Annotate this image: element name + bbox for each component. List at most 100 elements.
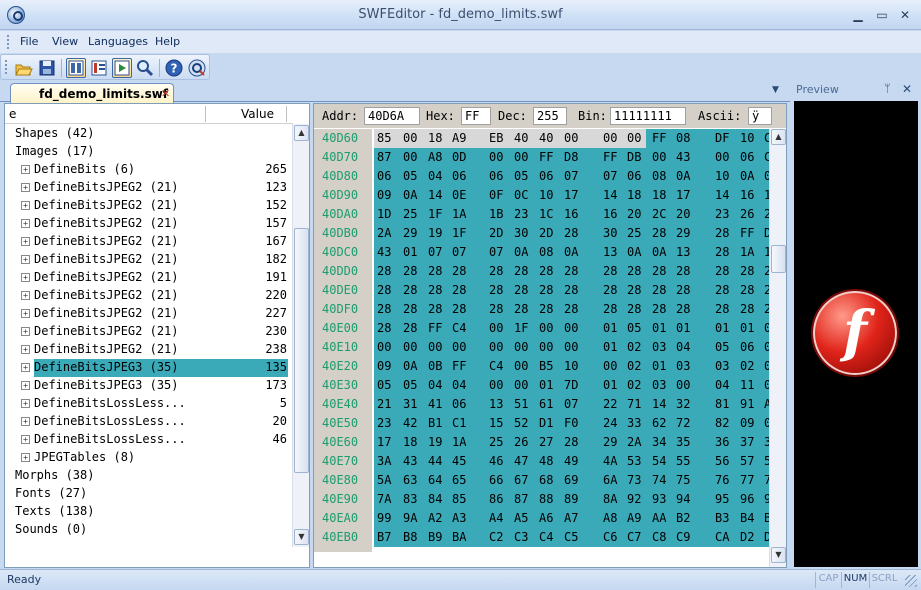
hex-byte[interactable]: 1B: [489, 207, 503, 221]
hex-byte[interactable]: 00: [627, 131, 641, 145]
expand-icon[interactable]: +: [21, 381, 30, 390]
hex-byte[interactable]: 0D: [452, 150, 466, 164]
hex-byte[interactable]: C4: [489, 359, 503, 373]
hex-byte[interactable]: C3: [514, 530, 528, 544]
hex-byte[interactable]: 14: [603, 188, 617, 202]
hex-byte[interactable]: 10: [564, 359, 578, 373]
hex-byte[interactable]: 01: [403, 245, 417, 259]
hex-byte[interactable]: FF: [428, 321, 442, 335]
hex-byte[interactable]: 00: [514, 340, 528, 354]
hex-byte[interactable]: 24: [603, 416, 617, 430]
hex-byte[interactable]: 82: [715, 416, 729, 430]
hex-byte[interactable]: 28: [627, 302, 641, 316]
hex-byte[interactable]: 83: [403, 492, 417, 506]
hex-byte[interactable]: B9: [428, 530, 442, 544]
hex-byte[interactable]: 28: [514, 283, 528, 297]
hex-byte[interactable]: 76: [715, 473, 729, 487]
hex-byte[interactable]: A9: [452, 131, 466, 145]
hex-byte[interactable]: CA: [715, 530, 729, 544]
tab-close-icon[interactable]: ✕: [161, 87, 170, 100]
hex-byte[interactable]: D1: [539, 416, 553, 430]
hex-byte[interactable]: 17: [676, 188, 690, 202]
bin-field[interactable]: 11111111: [610, 107, 686, 125]
hex-byte[interactable]: 81: [715, 397, 729, 411]
expand-icon[interactable]: +: [21, 219, 30, 228]
hex-byte[interactable]: 00: [676, 378, 690, 392]
expand-icon[interactable]: +: [21, 291, 30, 300]
hex-byte[interactable]: 00: [539, 321, 553, 335]
hex-byte[interactable]: 0B: [428, 359, 442, 373]
hex-byte[interactable]: 28: [377, 283, 391, 297]
hex-byte[interactable]: 68: [539, 473, 553, 487]
hex-byte[interactable]: 00: [403, 340, 417, 354]
hex-byte[interactable]: 28: [740, 302, 754, 316]
hex-byte[interactable]: 00: [514, 378, 528, 392]
hex-byte[interactable]: EB: [489, 131, 503, 145]
hex-byte[interactable]: 30: [514, 226, 528, 240]
hex-byte[interactable]: 00: [603, 131, 617, 145]
tree-row[interactable]: + DefineBitsJPEG2 (21) 230: [5, 323, 293, 341]
hex-byte[interactable]: 1A: [740, 245, 754, 259]
hex-byte[interactable]: 28: [452, 302, 466, 316]
hex-byte[interactable]: 28: [564, 226, 578, 240]
scroll-down-icon[interactable]: ▼: [294, 529, 309, 545]
hex-byte[interactable]: 07: [428, 245, 442, 259]
hex-byte[interactable]: 07: [489, 245, 503, 259]
hex-byte[interactable]: 13: [489, 397, 503, 411]
hex-byte[interactable]: 28: [603, 302, 617, 316]
hex-byte[interactable]: C9: [676, 530, 690, 544]
hex-byte[interactable]: A6: [539, 511, 553, 525]
hex-byte[interactable]: 45: [452, 454, 466, 468]
hex-byte[interactable]: 02: [627, 340, 641, 354]
hex-byte[interactable]: 06: [740, 150, 754, 164]
hex-byte[interactable]: 29: [676, 226, 690, 240]
hex-byte[interactable]: 56: [715, 454, 729, 468]
expand-icon[interactable]: +: [21, 435, 30, 444]
hex-byte[interactable]: 0A: [740, 169, 754, 183]
hex-byte[interactable]: C4: [452, 321, 466, 335]
hex-byte[interactable]: 26: [740, 207, 754, 221]
hex-byte[interactable]: 28: [564, 283, 578, 297]
hex-byte[interactable]: 46: [489, 454, 503, 468]
hex-byte[interactable]: BA: [452, 530, 466, 544]
expand-icon[interactable]: +: [21, 327, 30, 336]
hex-byte[interactable]: 00: [489, 378, 503, 392]
hex-byte[interactable]: 0A: [652, 245, 666, 259]
hex-byte[interactable]: 43: [676, 150, 690, 164]
hex-byte[interactable]: 03: [715, 359, 729, 373]
hex-byte[interactable]: 72: [676, 416, 690, 430]
hex-byte[interactable]: A5: [514, 511, 528, 525]
expand-icon[interactable]: +: [21, 363, 30, 372]
hex-byte[interactable]: 14: [652, 397, 666, 411]
hex-byte[interactable]: AA: [652, 511, 666, 525]
hex-byte[interactable]: 0A: [514, 245, 528, 259]
tree-row[interactable]: + DefineBitsJPEG2 (21) 220: [5, 287, 293, 305]
hex-byte[interactable]: 67: [514, 473, 528, 487]
hex-byte[interactable]: D2: [740, 530, 754, 544]
hex-byte[interactable]: 31: [403, 397, 417, 411]
tree-row[interactable]: + DefineBitsJPEG2 (21) 152: [5, 197, 293, 215]
hex-byte[interactable]: 08: [676, 131, 690, 145]
hex-byte[interactable]: 0A: [627, 245, 641, 259]
expand-icon[interactable]: +: [21, 273, 30, 282]
hex-byte[interactable]: 28: [452, 283, 466, 297]
column-header-value[interactable]: Value: [241, 107, 274, 121]
tree-row[interactable]: Morphs (38): [5, 467, 293, 485]
menu-view[interactable]: View: [52, 35, 78, 48]
hex-byte[interactable]: 1D: [377, 207, 391, 221]
hex-byte[interactable]: 28: [452, 264, 466, 278]
hex-byte[interactable]: 28: [564, 435, 578, 449]
hex-byte[interactable]: 00: [539, 340, 553, 354]
expand-icon[interactable]: +: [21, 453, 30, 462]
tree-row[interactable]: + DefineBitsJPEG2 (21) 123: [5, 179, 293, 197]
hex-byte[interactable]: B1: [428, 416, 442, 430]
hex-byte[interactable]: 00: [489, 340, 503, 354]
hex-byte[interactable]: B7: [377, 530, 391, 544]
scroll-up-icon[interactable]: ▲: [294, 125, 309, 141]
hex-byte[interactable]: 63: [403, 473, 417, 487]
hex-byte[interactable]: FF: [603, 150, 617, 164]
hex-byte[interactable]: A4: [489, 511, 503, 525]
hex-byte[interactable]: 21: [377, 397, 391, 411]
hex-byte[interactable]: 44: [428, 454, 442, 468]
hex-byte[interactable]: 10: [715, 169, 729, 183]
